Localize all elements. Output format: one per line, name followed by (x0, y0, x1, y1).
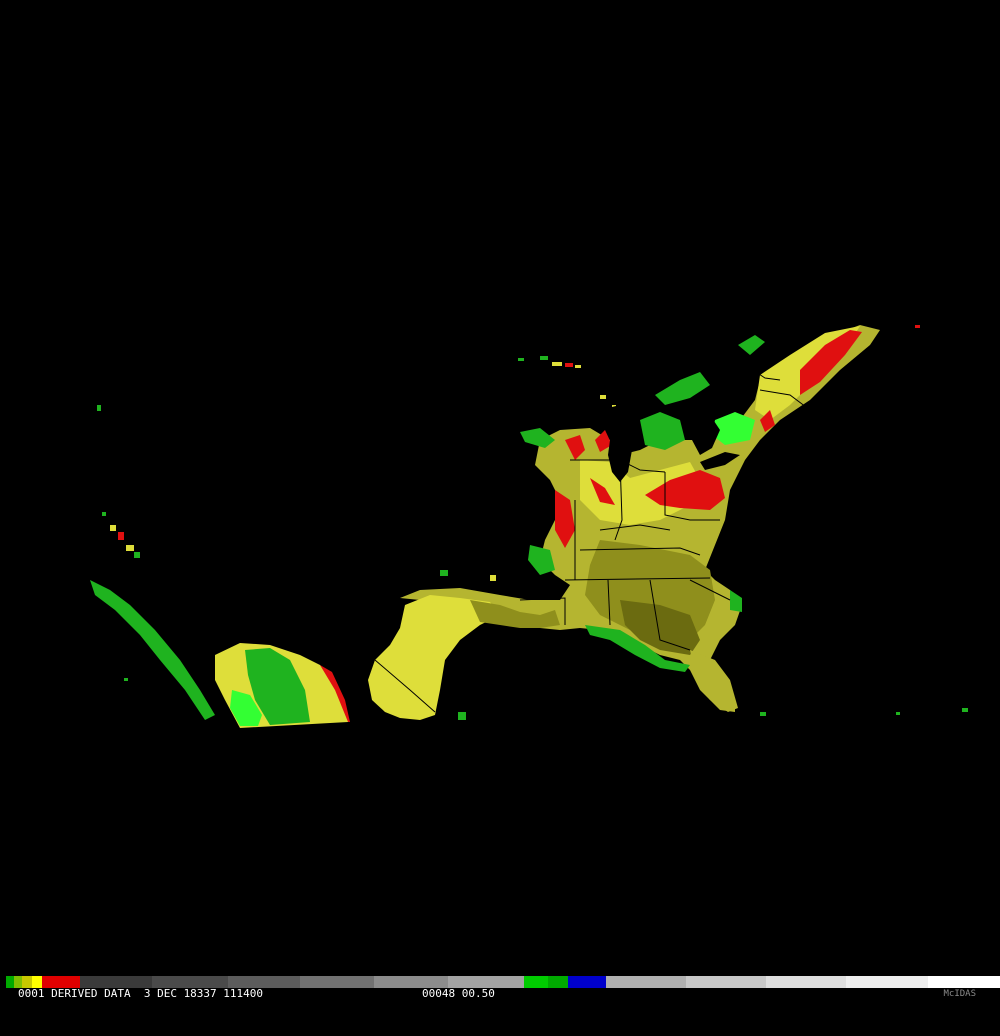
cell (575, 365, 581, 368)
cell (134, 552, 140, 558)
cell (440, 570, 448, 576)
color-scale-segment-18 (928, 976, 1000, 988)
cell (915, 325, 920, 328)
cell (565, 363, 573, 367)
mcidas-logo-text: McIDAS (943, 989, 976, 999)
color-scale-segment-16 (766, 976, 846, 988)
cell (600, 395, 606, 399)
image-description-text: 0001 DERIVED DATA 3 DEC 18337 111400 (18, 987, 264, 1000)
cell (518, 358, 524, 361)
color-scale-segment-8 (300, 976, 374, 988)
cell (97, 405, 101, 411)
map-background (0, 0, 1000, 975)
derived-data-map (0, 0, 1000, 975)
satellite-map-view (0, 0, 1000, 975)
cell (552, 362, 562, 366)
color-scale-segment-0 (6, 976, 14, 988)
color-scale-segment-15 (686, 976, 766, 988)
cell (760, 712, 766, 716)
image-parameters-text: 00048 00.50 (422, 987, 495, 1000)
cell (490, 575, 496, 581)
cell (126, 545, 134, 551)
cell (458, 712, 466, 720)
cell (540, 356, 548, 360)
cell (124, 678, 128, 681)
color-scale-segment-11 (524, 976, 548, 988)
color-scale-segment-14 (606, 976, 686, 988)
cell (118, 532, 124, 540)
cell (962, 708, 968, 712)
color-scale-segment-12 (548, 976, 568, 988)
image-info-bar: 0001 DERIVED DATA 3 DEC 18337 111400 000… (0, 988, 1000, 1000)
cell (102, 512, 106, 516)
color-scale-segment-17 (846, 976, 928, 988)
color-scale-segment-13 (568, 976, 606, 988)
cell (110, 525, 116, 531)
cell (896, 712, 900, 715)
